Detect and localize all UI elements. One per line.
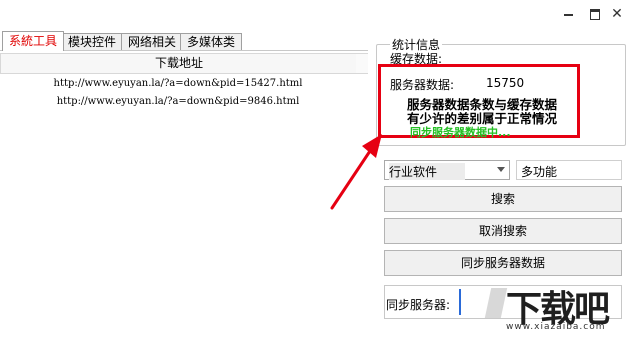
- chevron-down-icon[interactable]: [497, 167, 505, 172]
- search-button[interactable]: 搜索: [384, 186, 622, 212]
- tab-multimedia[interactable]: 多媒体类: [180, 33, 242, 50]
- cancel-search-button[interactable]: 取消搜索: [384, 218, 622, 244]
- sync-server-data-button[interactable]: 同步服务器数据: [384, 250, 622, 276]
- sync-server-input[interactable]: [459, 289, 473, 315]
- sync-status-text: 同步服务器数据中...: [410, 126, 511, 139]
- keyword-input[interactable]: 多功能: [516, 160, 622, 180]
- watermark-url: www.xiazaiba.com: [506, 322, 606, 332]
- difference-note: 服务器数据条数与缓存数据 有少许的差别属于正常情况: [390, 98, 574, 126]
- sync-server-label: 同步服务器:: [386, 298, 451, 312]
- tab-system-tools[interactable]: 系統工具: [2, 31, 64, 51]
- list-item[interactable]: http://www.eyuyan.la/?a=down&pid=15427.h…: [0, 78, 356, 89]
- column-header-download-url[interactable]: 下载地址: [0, 53, 358, 74]
- list-item[interactable]: http://www.eyuyan.la/?a=down&pid=9846.ht…: [0, 96, 356, 107]
- tab-module-controls[interactable]: 模块控件: [61, 33, 123, 50]
- server-data-label: 服务器数据:: [390, 78, 455, 92]
- minimize-icon[interactable]: [561, 6, 577, 22]
- maximize-icon[interactable]: [587, 6, 603, 22]
- tab-network[interactable]: 网络相关: [121, 33, 183, 50]
- watermark: 下载吧 www.xiazaiba.com: [484, 278, 634, 336]
- download-list[interactable]: 下载地址 http://www.eyuyan.la/?a=down&pid=15…: [0, 50, 368, 337]
- close-icon[interactable]: ✕: [609, 6, 625, 22]
- category-select[interactable]: 行业软件: [384, 160, 510, 180]
- watermark-logo-icon: [484, 288, 508, 318]
- annotation-arrow-icon: [330, 134, 382, 210]
- difference-note-line1: 服务器数据条数与缓存数据: [406, 97, 557, 112]
- column-header-spacer: [356, 53, 368, 74]
- category-select-value: 行业软件: [389, 163, 465, 180]
- server-data-count: 15750: [486, 76, 525, 90]
